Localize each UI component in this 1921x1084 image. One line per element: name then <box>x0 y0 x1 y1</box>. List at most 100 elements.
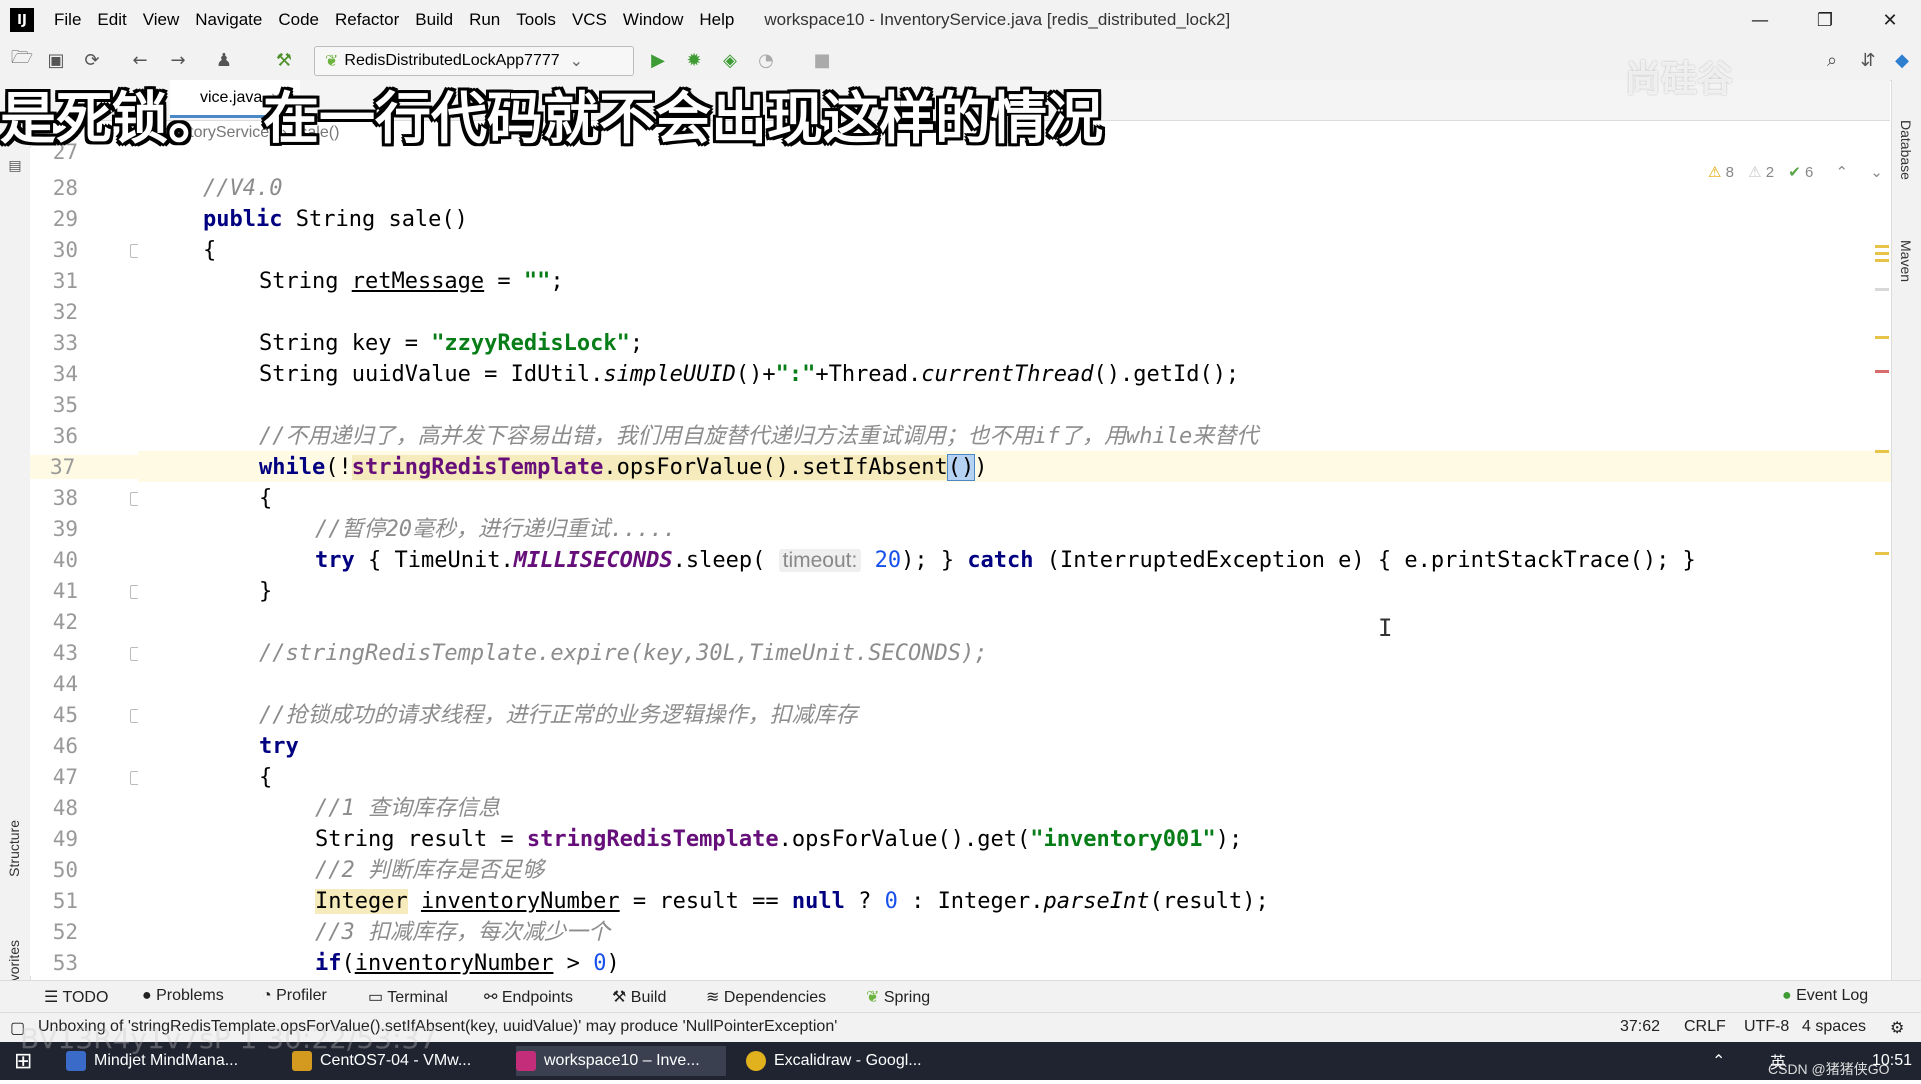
clock[interactable]: 10:51 <box>1872 1046 1912 1076</box>
indent-setting[interactable]: 4 spaces <box>1802 1018 1866 1036</box>
menu-code[interactable]: Code <box>270 10 327 30</box>
line-number: 36 <box>52 424 78 448</box>
code-editor[interactable]: //V4.0 public String sale() { String ret… <box>138 148 1891 976</box>
menu-view[interactable]: View <box>135 10 188 30</box>
debug-icon[interactable]: ✹ <box>682 48 706 72</box>
menu-tools[interactable]: Tools <box>508 10 564 30</box>
code-text: .sleep( <box>672 548 779 573</box>
menu-file[interactable]: File <box>46 10 89 30</box>
tool-problems-button[interactable]: ● Problems <box>142 987 224 1005</box>
typo-count: 6 <box>1805 164 1814 181</box>
brace: { <box>259 765 273 790</box>
code-line-38: { <box>259 483 272 514</box>
line-number: 52 <box>52 920 78 944</box>
update-icon[interactable]: ⇵ <box>1856 48 1880 72</box>
restore-icon[interactable]: ❐ <box>1795 0 1855 40</box>
line-number: 46 <box>52 734 78 758</box>
taskbar-item-chrome[interactable]: Excalidraw - Googl... <box>746 1046 956 1076</box>
comment: //stringRedisTemplate.expire(key,30L,Tim… <box>259 641 988 666</box>
tool-label: TODO <box>62 989 109 1006</box>
code-line-28: //V4.0 <box>203 173 282 204</box>
type-name: Integer <box>315 889 408 914</box>
menu-help[interactable]: Help <box>691 10 742 30</box>
caret-position[interactable]: 37:62 <box>1620 1018 1660 1036</box>
database-tool-button[interactable]: Database <box>1898 120 1914 180</box>
code-text: String sale() <box>282 207 468 232</box>
comment: //2 判断库存是否足够 <box>315 858 544 883</box>
right-tool-strip: Database Maven <box>1891 80 1921 980</box>
tool-endpoints-button[interactable]: ⚯ Endpoints <box>484 987 573 1007</box>
taskbar-item-intellij[interactable]: workspace10 – Inve... <box>516 1046 726 1076</box>
tool-terminal-button[interactable]: ▭ Terminal <box>368 987 448 1007</box>
menu-window[interactable]: Window <box>615 10 691 30</box>
menu-refactor[interactable]: Refactor <box>327 10 407 30</box>
warning-marker[interactable] <box>1875 245 1889 248</box>
menu-vcs[interactable]: VCS <box>564 10 615 30</box>
menu-bar: IJ File Edit View Navigate Code Refactor… <box>0 0 1921 40</box>
structure-tool-button[interactable]: Structure <box>6 820 22 877</box>
inspections-widget[interactable]: ⚠ 8 ⚠ 2 ✔ 6 ⌃ ⌄ <box>1708 163 1883 181</box>
tool-dependencies-button[interactable]: ≋ Dependencies <box>706 987 826 1007</box>
menu-build[interactable]: Build <box>407 10 461 30</box>
run-configuration-select[interactable]: ❦ RedisDistributedLockApp7777 ⌄ <box>314 46 634 76</box>
line-number: 51 <box>52 889 78 913</box>
line-number: 47 <box>52 765 78 789</box>
tool-build-button[interactable]: ⚒ Build <box>612 987 666 1007</box>
line-number: 53 <box>52 951 78 975</box>
comment: //不用递归了，高并发下容易出错，我们用自旋替代递归方法重试调用；也不用if了，… <box>259 424 1259 449</box>
code-line-52: //3 扣减库存，每次减少一个 <box>315 917 610 948</box>
chrome-icon <box>746 1051 766 1071</box>
save-icon[interactable]: ▣ <box>44 48 68 72</box>
keyword: while <box>259 455 326 480</box>
previous-highlight-icon[interactable]: ⌃ <box>1836 164 1849 181</box>
line-number: 35 <box>52 393 78 417</box>
warning-marker[interactable] <box>1875 336 1889 339</box>
back-icon[interactable]: ← <box>128 48 152 72</box>
code-line-43: //stringRedisTemplate.expire(key,30L,Tim… <box>259 638 987 669</box>
video-subtitle: 是死锁。 在一行代码就不会出现这样的情况 <box>0 87 1103 152</box>
code-text: = result == <box>619 889 792 914</box>
profile-icon[interactable]: ◔ <box>754 48 778 72</box>
error-stripe[interactable] <box>1875 160 1889 970</box>
open-folder-icon[interactable]: 🗁 <box>10 47 34 72</box>
tool-profiler-button[interactable]: ◔ Profiler <box>262 987 327 1005</box>
warning-marker[interactable] <box>1875 252 1889 255</box>
menu-navigate[interactable]: Navigate <box>187 10 270 30</box>
event-log-button[interactable]: ● Event Log <box>1782 987 1868 1005</box>
settings-gear-icon[interactable]: ⚙ <box>1890 1018 1904 1038</box>
line-number: 45 <box>52 703 78 727</box>
tray-chevron-up-icon[interactable]: ⌃ <box>1712 1046 1725 1076</box>
line-separator[interactable]: CRLF <box>1684 1018 1726 1036</box>
user-icon[interactable]: ♟ <box>212 48 236 72</box>
sync-icon[interactable]: ⟳ <box>80 48 104 72</box>
code-text: (result); <box>1149 889 1269 914</box>
run-icon[interactable]: ▶ <box>646 48 670 72</box>
error-marker[interactable] <box>1875 370 1889 373</box>
string-literal: "inventory001" <box>1030 827 1216 852</box>
close-icon[interactable]: ✕ <box>1860 0 1920 40</box>
search-icon[interactable]: ⌕ <box>1820 48 1844 72</box>
static-method: simpleUUID <box>603 362 736 387</box>
warning-marker[interactable] <box>1875 259 1889 262</box>
event-log-icon: ● <box>1782 987 1797 1004</box>
coverage-icon[interactable]: ◈ <box>718 48 742 72</box>
info-marker[interactable] <box>1875 288 1889 291</box>
toolbox-icon[interactable]: ◆ <box>1890 48 1914 72</box>
keyword: public <box>203 207 283 232</box>
menu-run[interactable]: Run <box>461 10 508 30</box>
file-encoding[interactable]: UTF-8 <box>1744 1018 1789 1036</box>
tool-spring-button[interactable]: ❦ Spring <box>866 987 930 1007</box>
warning-marker[interactable] <box>1875 450 1889 453</box>
string-literal: ":" <box>775 362 816 387</box>
project-icon[interactable]: ▤ <box>3 154 27 178</box>
minimize-icon[interactable]: — <box>1730 0 1790 40</box>
line-number: 48 <box>52 796 78 820</box>
menu-edit[interactable]: Edit <box>89 10 134 30</box>
warning-marker[interactable] <box>1875 552 1889 555</box>
tool-todo-button[interactable]: ☰ TODO <box>44 987 108 1007</box>
tool-window-bar: ☰ TODO ● Problems ◔ Profiler ▭ Terminal … <box>0 980 1921 1013</box>
forward-icon[interactable]: → <box>166 48 190 72</box>
maven-tool-button[interactable]: Maven <box>1898 240 1914 282</box>
build-hammer-icon[interactable]: ⚒ <box>272 48 296 72</box>
stop-icon[interactable]: ■ <box>810 48 834 72</box>
